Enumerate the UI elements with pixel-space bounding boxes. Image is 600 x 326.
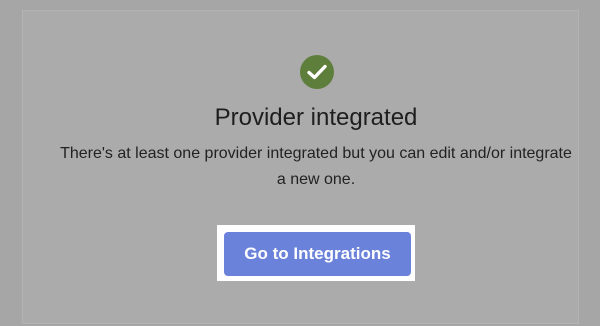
integration-status: Provider integrated There's at least one… xyxy=(0,0,600,326)
status-title: Provider integrated xyxy=(214,104,418,131)
status-description: There's at least one provider integrated… xyxy=(60,145,572,188)
check-circle-icon xyxy=(300,55,334,89)
go-to-integrations-button[interactable]: Go to Integrations xyxy=(224,232,411,276)
